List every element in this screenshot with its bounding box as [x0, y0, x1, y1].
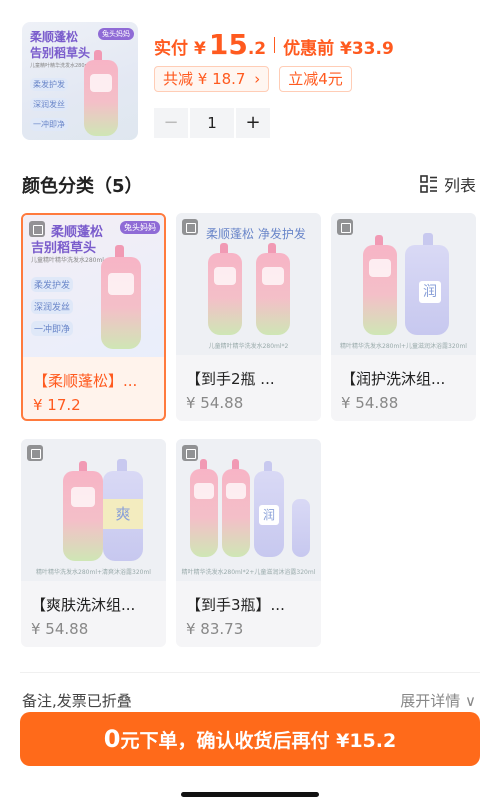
variant-name: 【到手3瓶】...: [186, 596, 285, 614]
expand-image-icon[interactable]: [182, 445, 198, 461]
card5-mark: 润: [259, 505, 279, 525]
bottle-image: [63, 471, 103, 561]
price-integer: 15: [208, 28, 248, 61]
bottle-image: [256, 253, 290, 335]
variant-image: 润 精叶精华洗发水280ml*2+儿童滋润沐浴露320ml: [176, 439, 321, 581]
bottle-image: 爽: [103, 471, 143, 561]
order-amount: 0: [103, 725, 121, 753]
bottle-image-small: [292, 499, 310, 557]
variant-price: ¥ 83.73: [186, 620, 244, 638]
variant-name: 【到手2瓶 ...: [186, 370, 275, 388]
bottle-pump: [117, 459, 127, 471]
card2-caption: 儿童精叶精华洗发水280ml*2: [208, 343, 289, 350]
remark-invoice-row[interactable]: 备注,发票已折叠: [22, 690, 132, 711]
card1-feature-2: 深润发丝: [31, 299, 74, 314]
variant-image: 爽 精叶精华洗发水280ml+清爽沐浴露320ml: [21, 439, 166, 581]
price-divider: [274, 36, 276, 53]
bottle-image: 润: [405, 245, 449, 335]
variant-image: 润 精叶精华洗发水280ml+儿童滋润沐浴露320ml: [331, 213, 476, 355]
list-icon: [420, 175, 437, 193]
bottle-image: [101, 257, 141, 349]
bottle-image: [190, 469, 218, 557]
bottle-pump: [115, 245, 124, 257]
card1-sub: 儿童精叶精华洗发水280ml: [31, 257, 104, 264]
total-discount-text: 共减 ¥ 18.7: [163, 70, 246, 88]
home-indicator: [181, 792, 319, 797]
currency-symbol: ¥: [194, 39, 206, 59]
expand-image-icon[interactable]: [337, 219, 353, 235]
variant-card-4[interactable]: 爽 精叶精华洗发水280ml+清爽沐浴露320ml 【爽肤洗沐组... ¥ 54…: [21, 439, 166, 647]
product-thumbnail[interactable]: 柔顺蓬松 告别稻草头 兔头妈妈 儿童精叶精华洗发水280ml 柔发护发 深润发丝…: [22, 22, 138, 140]
bottle-pump: [264, 461, 272, 471]
expand-image-icon[interactable]: [182, 219, 198, 235]
variant-card-2[interactable]: 柔顺蓬松 净发护发 儿童精叶精华洗发水280ml*2 【到手2瓶 ... ¥ 5…: [176, 213, 321, 421]
card1-feature-1: 柔发护发: [31, 277, 74, 292]
bottle-pump: [220, 243, 228, 253]
bottle-pump: [200, 459, 207, 469]
variant-section-title: 颜色分类（5）: [22, 176, 143, 197]
instant-discount-chip: 立减4元: [279, 66, 352, 92]
card3-caption: 精叶精华洗发水280ml+儿童滋润沐浴露320ml: [340, 343, 467, 350]
variant-image: 柔顺蓬松 净发护发 儿童精叶精华洗发水280ml*2: [176, 213, 321, 355]
thumb-feature-1: 柔发护发: [30, 78, 68, 91]
variant-name: 【柔顺蓬松】...: [33, 372, 138, 390]
quantity-stepper: − 1 +: [154, 108, 270, 138]
variant-price: ¥ 54.88: [341, 394, 399, 412]
thumb-sub: 儿童精叶精华洗发水280ml: [30, 63, 91, 69]
expand-image-icon[interactable]: [27, 445, 43, 461]
decrease-button[interactable]: −: [154, 108, 188, 138]
variant-price: ¥ 54.88: [31, 620, 89, 638]
thumb-title-2: 告别稻草头: [30, 46, 91, 60]
divider: [20, 672, 480, 673]
card4-mark: 爽: [103, 499, 143, 529]
actual-pay-label: 实付: [154, 39, 188, 59]
variant-card-5[interactable]: 润 精叶精华洗发水280ml*2+儿童滋润沐浴露320ml 【到手3瓶】... …: [176, 439, 321, 647]
variant-price: ¥ 54.88: [186, 394, 244, 412]
card1-title-2: 吉别稻草头: [31, 241, 97, 256]
expand-details-link[interactable]: 展开详情 ∨: [400, 690, 476, 711]
quantity-input[interactable]: 1: [190, 108, 234, 138]
thumb-feature-2: 深润发丝: [30, 98, 68, 111]
bottle-image: [208, 253, 242, 335]
bottle-image: [222, 469, 250, 557]
variant-name: 【爽肤洗沐组...: [31, 596, 136, 614]
thumb-badge: 兔头妈妈: [98, 28, 134, 40]
bottle-image: [84, 60, 118, 136]
bottle-pump: [94, 50, 102, 60]
bottle-pump: [423, 233, 433, 245]
variant-price: ¥ 17.2: [33, 396, 81, 414]
bottle-pump: [268, 243, 276, 253]
bottle-image: [363, 245, 397, 335]
bottle-pump: [232, 459, 239, 469]
variant-name: 【润护洗沐组...: [341, 370, 446, 388]
bottle-pump: [79, 461, 87, 471]
card2-tagline: 柔顺蓬松 净发护发: [206, 227, 306, 241]
card5-caption: 精叶精华洗发水280ml*2+儿童滋润沐浴露320ml: [181, 569, 316, 576]
card3-mark: 润: [419, 281, 441, 303]
bottle-image: 润: [254, 471, 284, 557]
card1-feature-3: 一冲即净: [31, 321, 74, 336]
list-view-label: 列表: [443, 176, 476, 195]
chevron-right-icon: ›: [254, 70, 261, 88]
place-order-button[interactable]: 0元下单，确认收货后再付 ¥15.2: [20, 712, 480, 766]
promo-row: 共减 ¥ 18.7 › 立减4元: [154, 66, 352, 92]
bottle-pump: [375, 235, 383, 245]
variant-card-1[interactable]: 柔顺蓬松 吉别稻草头 兔头妈妈 儿童精叶精华洗发水280ml 柔发护发 深润发丝…: [21, 213, 166, 421]
variant-image: 柔顺蓬松 吉别稻草头 兔头妈妈 儿童精叶精华洗发水280ml 柔发护发 深润发丝…: [23, 215, 164, 357]
list-view-toggle[interactable]: 列表: [420, 172, 476, 196]
card1-badge: 兔头妈妈: [120, 221, 160, 234]
thumb-feature-3: 一冲即净: [30, 118, 68, 131]
order-button-label: 元下单，确认收货后再付 ¥15.2: [120, 730, 397, 752]
thumb-title-1: 柔顺蓬松: [30, 30, 79, 44]
expand-image-icon[interactable]: [29, 221, 45, 237]
variant-card-3[interactable]: 润 精叶精华洗发水280ml+儿童滋润沐浴露320ml 【润护洗沐组... ¥ …: [331, 213, 476, 421]
total-discount-chip[interactable]: 共减 ¥ 18.7 ›: [154, 66, 270, 92]
price-decimal: .2: [247, 39, 267, 59]
price-before-discount: 优惠前 ¥33.9: [283, 39, 394, 59]
price-summary: 实付 ¥ 15 .2 优惠前 ¥33.9: [154, 28, 394, 61]
increase-button[interactable]: +: [236, 108, 270, 138]
card4-caption: 精叶精华洗发水280ml+清爽沐浴露320ml: [36, 569, 151, 576]
